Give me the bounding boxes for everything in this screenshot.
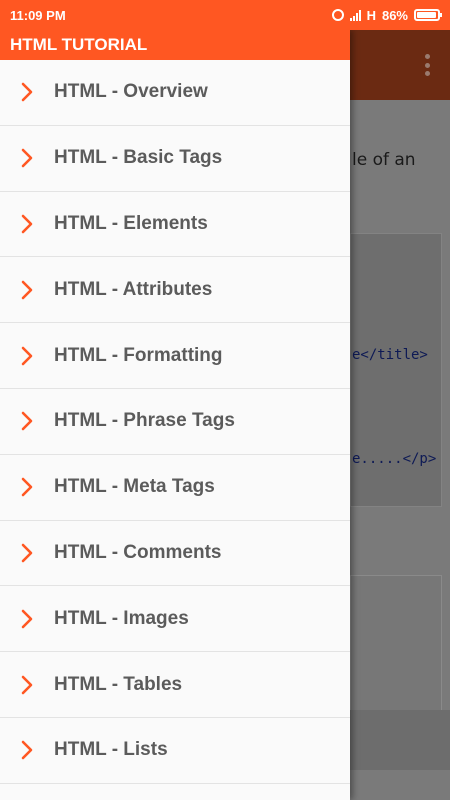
status-bar: 11:09 PM H 86% — [0, 0, 450, 30]
drawer-item-label: HTML - Basic Tags — [54, 147, 223, 169]
drawer-item-label: HTML - Elements — [54, 212, 208, 234]
chevron-right-icon — [20, 82, 36, 102]
status-time: 11:09 PM — [10, 7, 66, 23]
drawer-item-label: HTML - Meta Tags — [54, 476, 215, 498]
drawer-item[interactable]: HTML - Comments — [0, 521, 350, 587]
overflow-menu-icon[interactable] — [424, 54, 430, 76]
drawer-title: HTML TUTORIAL — [10, 35, 148, 54]
battery-fill — [417, 12, 436, 18]
drawer-item-label: HTML - Comments — [54, 541, 222, 563]
network-type: H — [366, 7, 376, 23]
drawer-item-label: HTML - Tables — [54, 673, 183, 695]
chevron-right-icon — [20, 148, 36, 168]
drawer-item[interactable]: HTML - Formatting — [0, 323, 350, 389]
drawer-item[interactable]: HTML - Tables — [0, 652, 350, 718]
drawer-item[interactable]: HTML - Overview — [0, 60, 350, 126]
status-icons: H 86% — [331, 7, 442, 23]
chevron-right-icon — [20, 411, 36, 431]
drawer-item[interactable]: HTML - Phrase Tags — [0, 389, 350, 455]
background-code-block — [350, 575, 442, 715]
drawer-item-label: HTML - Lists — [54, 739, 168, 761]
drawer-item[interactable]: HTML - Basic Tags — [0, 126, 350, 192]
chevron-right-icon — [20, 609, 36, 629]
background-bottom-area — [350, 710, 450, 770]
background-paragraph-text: le of an — [352, 150, 416, 170]
drawer-item-label: HTML - Overview — [54, 81, 208, 103]
drawer-item[interactable]: HTML - Attributes — [0, 257, 350, 324]
drawer-menu-list: HTML - Overview HTML - Basic Tags HTML - E… — [0, 60, 350, 784]
drawer-item[interactable]: HTML - Elements — [0, 192, 350, 258]
drawer-item[interactable]: HTML - Meta Tags — [0, 455, 350, 521]
drawer-header: HTML TUTORIAL — [0, 30, 350, 60]
battery-icon — [414, 9, 442, 21]
chevron-right-icon — [20, 477, 36, 497]
battery-percent: 86% — [381, 7, 408, 23]
signal-icon — [349, 9, 361, 21]
drawer-item-label: HTML - Attributes — [54, 278, 213, 300]
drawer-item-label: HTML - Images — [54, 607, 189, 629]
navigation-drawer: HTML TUTORIAL HTML - Overview HTML - Basi… — [0, 30, 350, 800]
drawer-item-label: HTML - Phrase Tags — [54, 410, 235, 432]
drawer-item-label: HTML - Formatting — [54, 344, 223, 366]
chevron-right-icon — [20, 740, 36, 760]
drawer-item[interactable]: HTML - Images — [0, 586, 350, 653]
chevron-right-icon — [20, 543, 36, 563]
chevron-right-icon — [20, 675, 36, 695]
alarm-icon — [331, 9, 344, 21]
chevron-right-icon — [20, 214, 36, 234]
background-code-line: e</title> — [352, 347, 428, 363]
drawer-item[interactable]: HTML - Lists — [0, 718, 350, 784]
background-code-line: e.....</p> — [352, 451, 437, 467]
chevron-right-icon — [20, 346, 36, 366]
chevron-right-icon — [20, 280, 36, 300]
